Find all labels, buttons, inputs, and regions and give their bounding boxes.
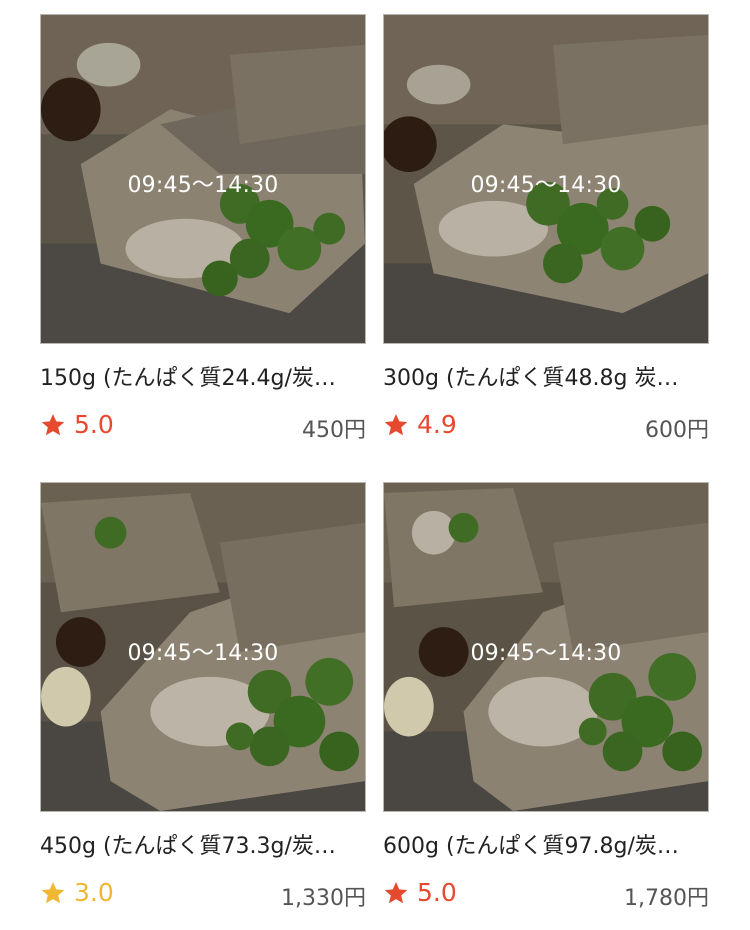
price: 450円 (302, 418, 366, 443)
star-icon (40, 412, 66, 438)
product-card[interactable]: 09:45〜14:30 600g (たんぱく質97.8g/炭… 5.0 1,78… (383, 482, 709, 922)
star-icon (383, 412, 409, 438)
product-image[interactable]: 09:45〜14:30 (383, 482, 709, 812)
product-image[interactable]: 09:45〜14:30 (383, 14, 709, 344)
rating: 5.0 (383, 878, 457, 907)
rating: 5.0 (40, 410, 114, 439)
star-icon (383, 880, 409, 906)
product-card[interactable]: 09:45〜14:30 450g (たんぱく質73.3g/炭… 3.0 1,33… (40, 482, 366, 922)
rating-value: 5.0 (74, 410, 114, 439)
product-image[interactable]: 09:45〜14:30 (40, 482, 366, 812)
price: 1,330円 (281, 886, 366, 911)
rating-value: 5.0 (417, 878, 457, 907)
product-title[interactable]: 450g (たんぱく質73.3g/炭… (40, 828, 366, 860)
pickup-time: 09:45〜14:30 (127, 173, 279, 198)
price: 600円 (645, 418, 709, 443)
product-card[interactable]: 09:45〜14:30 150g (たんぱく質24.4g/炭… 5.0 450円 (40, 14, 366, 454)
rating-value: 3.0 (74, 878, 114, 907)
product-title[interactable]: 150g (たんぱく質24.4g/炭… (40, 360, 366, 392)
product-card[interactable]: 09:45〜14:30 300g (たんぱく質48.8g 炭… 4.9 600円 (383, 14, 709, 454)
pickup-time: 09:45〜14:30 (127, 641, 279, 666)
product-title[interactable]: 600g (たんぱく質97.8g/炭… (383, 828, 709, 860)
rating: 4.9 (383, 410, 457, 439)
pickup-time: 09:45〜14:30 (470, 173, 622, 198)
product-title[interactable]: 300g (たんぱく質48.8g 炭… (383, 360, 709, 392)
star-icon (40, 880, 66, 906)
price: 1,780円 (624, 886, 709, 911)
rating: 3.0 (40, 878, 114, 907)
rating-value: 4.9 (417, 410, 457, 439)
product-grid: 09:45〜14:30 150g (たんぱく質24.4g/炭… 5.0 450円 (0, 0, 750, 930)
pickup-time: 09:45〜14:30 (470, 641, 622, 666)
product-image[interactable]: 09:45〜14:30 (40, 14, 366, 344)
